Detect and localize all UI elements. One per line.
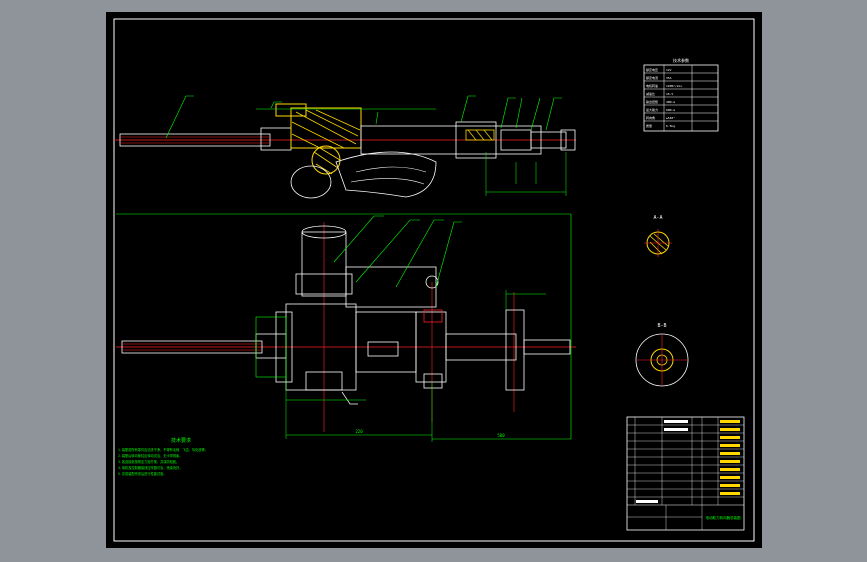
section-label-a: A-A [653, 215, 662, 221]
svg-text:6.5kg: 6.5kg [666, 124, 675, 128]
svg-text:输出扭矩: 输出扭矩 [646, 99, 658, 104]
svg-text:40N·m: 40N·m [666, 100, 675, 104]
drawing-frame [113, 18, 755, 542]
svg-text:质量: 质量 [646, 123, 652, 128]
drawing-sheet: A-A B-B 220 580 技术要求 1.装配前所有零件应清洗干净，不得有毛… [106, 12, 762, 548]
note-line: 1.装配前所有零件应清洗干净，不得有毛刺、飞边、氧化皮等。 [118, 447, 208, 452]
param-table-title: 技术参数 [673, 57, 689, 63]
section-label-b: B-B [657, 323, 666, 329]
front-view [116, 215, 576, 442]
parameter-table: 技术参数 额定电压 12V 额定电流 35A 电机转速 1200r/min 减速… [643, 57, 719, 132]
svg-text:转向角: 转向角 [646, 115, 655, 120]
svg-text:电机转速: 电机转速 [646, 83, 658, 88]
svg-text:35A: 35A [666, 76, 672, 80]
svg-text:±540°: ±540° [666, 116, 675, 120]
svg-text:12V: 12V [666, 68, 672, 72]
svg-text:60N·m: 60N·m [666, 108, 675, 112]
top-bracket [335, 151, 437, 198]
dim-label-1: 220 [355, 429, 363, 434]
notes-title: 技术要求 [171, 437, 191, 444]
note-line: 5.总成装配完成后进行性能试验。 [118, 471, 166, 476]
svg-text:减速比: 减速比 [646, 91, 655, 96]
technical-notes: 技术要求 1.装配前所有零件应清洗干净，不得有毛刺、飞边、氧化皮等。 2.装配后… [118, 437, 208, 476]
svg-text:最大助力: 最大助力 [646, 107, 658, 112]
drawing-canvas: A-A B-B 220 580 技术要求 1.装配前所有零件应清洗干净，不得有毛… [113, 18, 755, 542]
drawing-title: 电动助力转向器总装图 [706, 515, 741, 520]
note-line: 4.电机及控制器接线应牢固可靠，绝缘良好。 [118, 465, 182, 470]
dim-label-2: 580 [497, 433, 505, 438]
top-motor [290, 165, 332, 199]
note-line: 3.各连接处按规定力矩拧紧，并涂防松胶。 [118, 459, 179, 464]
section-a: A-A [644, 215, 672, 257]
svg-text:1200r/min: 1200r/min [666, 84, 682, 88]
svg-text:额定电流: 额定电流 [646, 75, 658, 80]
svg-text:16.5: 16.5 [666, 92, 673, 96]
top-view [114, 95, 576, 199]
title-block: 电动助力转向器总装图 [626, 416, 745, 531]
svg-text:额定电压: 额定电压 [646, 67, 658, 72]
section-b: B-B [635, 323, 689, 387]
note-line: 2.装配后转向管柱应转动灵活，无卡滞现象。 [118, 453, 182, 458]
cad-viewport[interactable]: A-A B-B 220 580 技术要求 1.装配前所有零件应清洗干净，不得有毛… [0, 0, 867, 562]
